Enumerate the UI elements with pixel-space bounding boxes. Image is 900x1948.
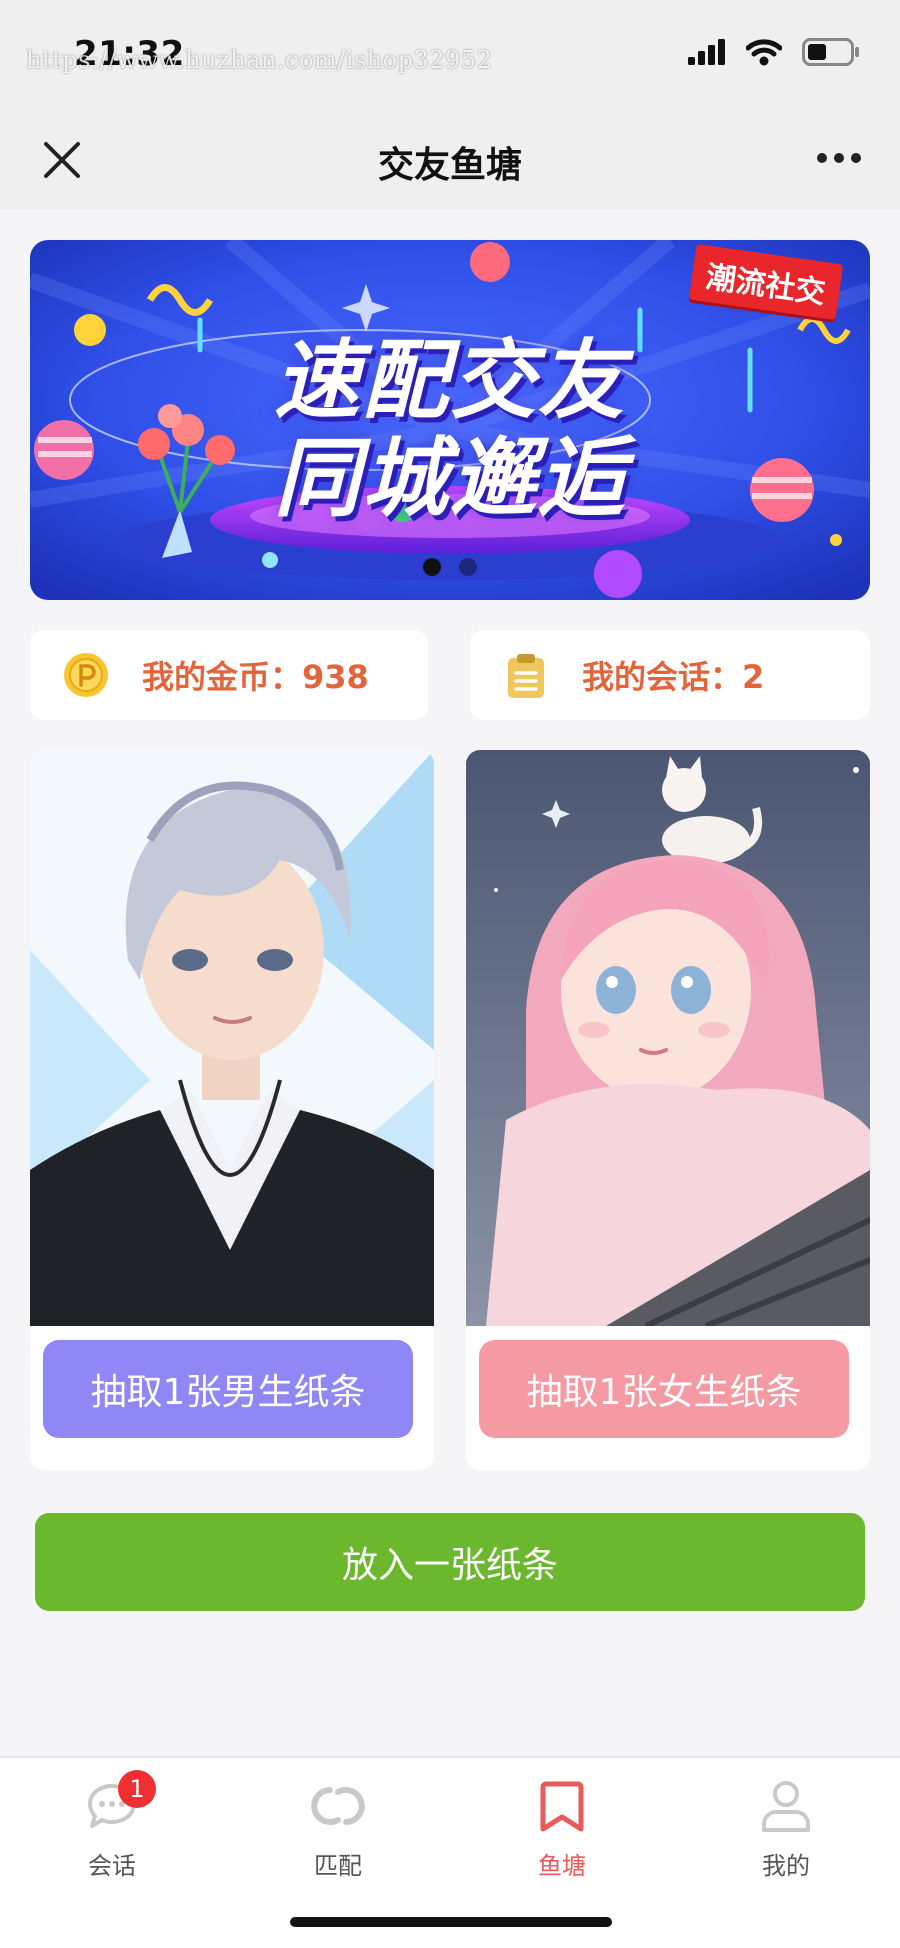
coins-label: 我的金币：938 <box>142 658 369 696</box>
male-note-card: 抽取1张男生纸条 <box>30 750 434 1470</box>
banner-subheadline: 同城邂逅 <box>274 429 626 529</box>
wifi-icon <box>746 39 782 66</box>
home-indicator <box>290 1917 612 1927</box>
draw-female-note-button[interactable]: 抽取1张女生纸条 <box>479 1340 849 1438</box>
carousel-dot-active[interactable] <box>423 558 441 576</box>
draw-male-note-button[interactable]: 抽取1张男生纸条 <box>43 1340 413 1438</box>
female-portrait-image <box>466 750 870 1326</box>
match-swirl-icon <box>311 1787 365 1825</box>
male-portrait-image <box>30 750 434 1326</box>
battery-icon <box>802 38 859 66</box>
clipboard-icon <box>508 654 544 698</box>
coins-card[interactable]: 我的金币：938 <box>30 630 428 720</box>
status-icons <box>688 38 860 66</box>
coin-icon <box>64 653 108 697</box>
tab-fishpond[interactable]: 鱼塘 <box>482 1776 642 1881</box>
watermark: https://www.huzhan.com/ishop32952 <box>26 46 493 74</box>
status-bar: 21:32 https://www.huzhan.com/ishop32952 <box>0 0 900 110</box>
tab-chats[interactable]: 1 会话 <box>32 1770 192 1881</box>
more-icon[interactable] <box>816 148 862 168</box>
user-icon <box>762 1781 810 1832</box>
unread-badge: 1 <box>118 1770 156 1808</box>
tab-label: 匹配 <box>314 1852 362 1880</box>
chats-label: 我的会话：2 <box>582 658 765 696</box>
female-note-card: 抽取1张女生纸条 <box>466 750 870 1470</box>
tab-label: 我的 <box>762 1852 810 1880</box>
page-title: 交友鱼塘 <box>377 145 522 186</box>
tab-me[interactable]: 我的 <box>706 1776 866 1881</box>
tab-label: 鱼塘 <box>538 1852 586 1880</box>
carousel-dots <box>30 558 870 576</box>
promo-banner[interactable]: 速配交友 同城邂逅 潮流社交 <box>30 240 870 600</box>
tab-label: 会话 <box>88 1852 136 1880</box>
chats-card[interactable]: 我的会话：2 <box>470 630 870 720</box>
put-note-button[interactable]: 放入一张纸条 <box>35 1513 865 1611</box>
tab-match[interactable]: 匹配 <box>258 1776 418 1881</box>
bookmark-icon <box>540 1781 584 1832</box>
carousel-dot[interactable] <box>459 558 477 576</box>
signal-icon <box>688 39 725 65</box>
nav-bar: 交友鱼塘 <box>0 110 900 210</box>
